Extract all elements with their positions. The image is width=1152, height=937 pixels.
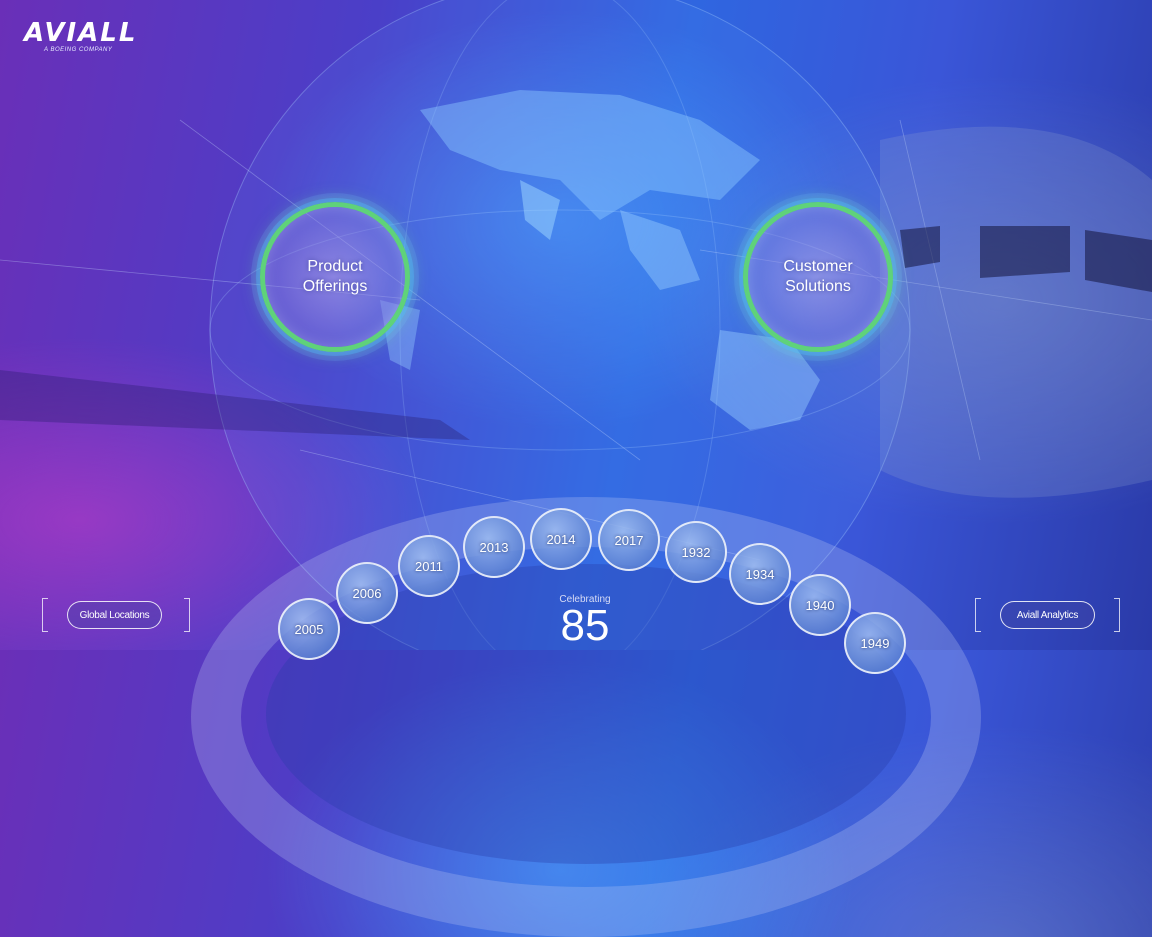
timeline-year-1932[interactable]: 1932 bbox=[665, 521, 727, 583]
aviall-logo[interactable]: AVIALL A BOEING COMPANY bbox=[24, 20, 137, 53]
timeline-year-1949[interactable]: 1949 bbox=[844, 612, 906, 674]
timeline-year-2005[interactable]: 2005 bbox=[278, 598, 340, 660]
left-bracket-decoration bbox=[975, 598, 981, 632]
anniversary-badge: Celebrating 85 bbox=[535, 594, 635, 650]
timeline-year-2013[interactable]: 2013 bbox=[463, 516, 525, 578]
timeline-year-1934[interactable]: 1934 bbox=[729, 543, 791, 605]
left-bracket-decoration bbox=[42, 598, 48, 632]
right-bracket-decoration bbox=[1114, 598, 1120, 632]
product-offerings-button[interactable]: Product Offerings bbox=[260, 202, 410, 352]
aviall-analytics-button[interactable]: Aviall Analytics bbox=[1000, 601, 1095, 629]
product-offerings-label: Product Offerings bbox=[302, 258, 368, 295]
timeline-year-2006[interactable]: 2006 bbox=[336, 562, 398, 624]
anniversary-years: 85 bbox=[560, 601, 610, 650]
timeline-year-2014[interactable]: 2014 bbox=[530, 508, 592, 570]
logo-wordmark: AVIALL bbox=[24, 18, 138, 48]
timeline-year-2011[interactable]: 2011 bbox=[398, 535, 460, 597]
global-locations-button[interactable]: Global Locations bbox=[67, 601, 162, 629]
timeline-year-2017[interactable]: 2017 bbox=[598, 509, 660, 571]
right-bracket-decoration bbox=[184, 598, 190, 632]
customer-solutions-label: Customer Solutions bbox=[783, 258, 853, 295]
customer-solutions-button[interactable]: Customer Solutions bbox=[743, 202, 893, 352]
timeline-year-1940[interactable]: 1940 bbox=[789, 574, 851, 636]
